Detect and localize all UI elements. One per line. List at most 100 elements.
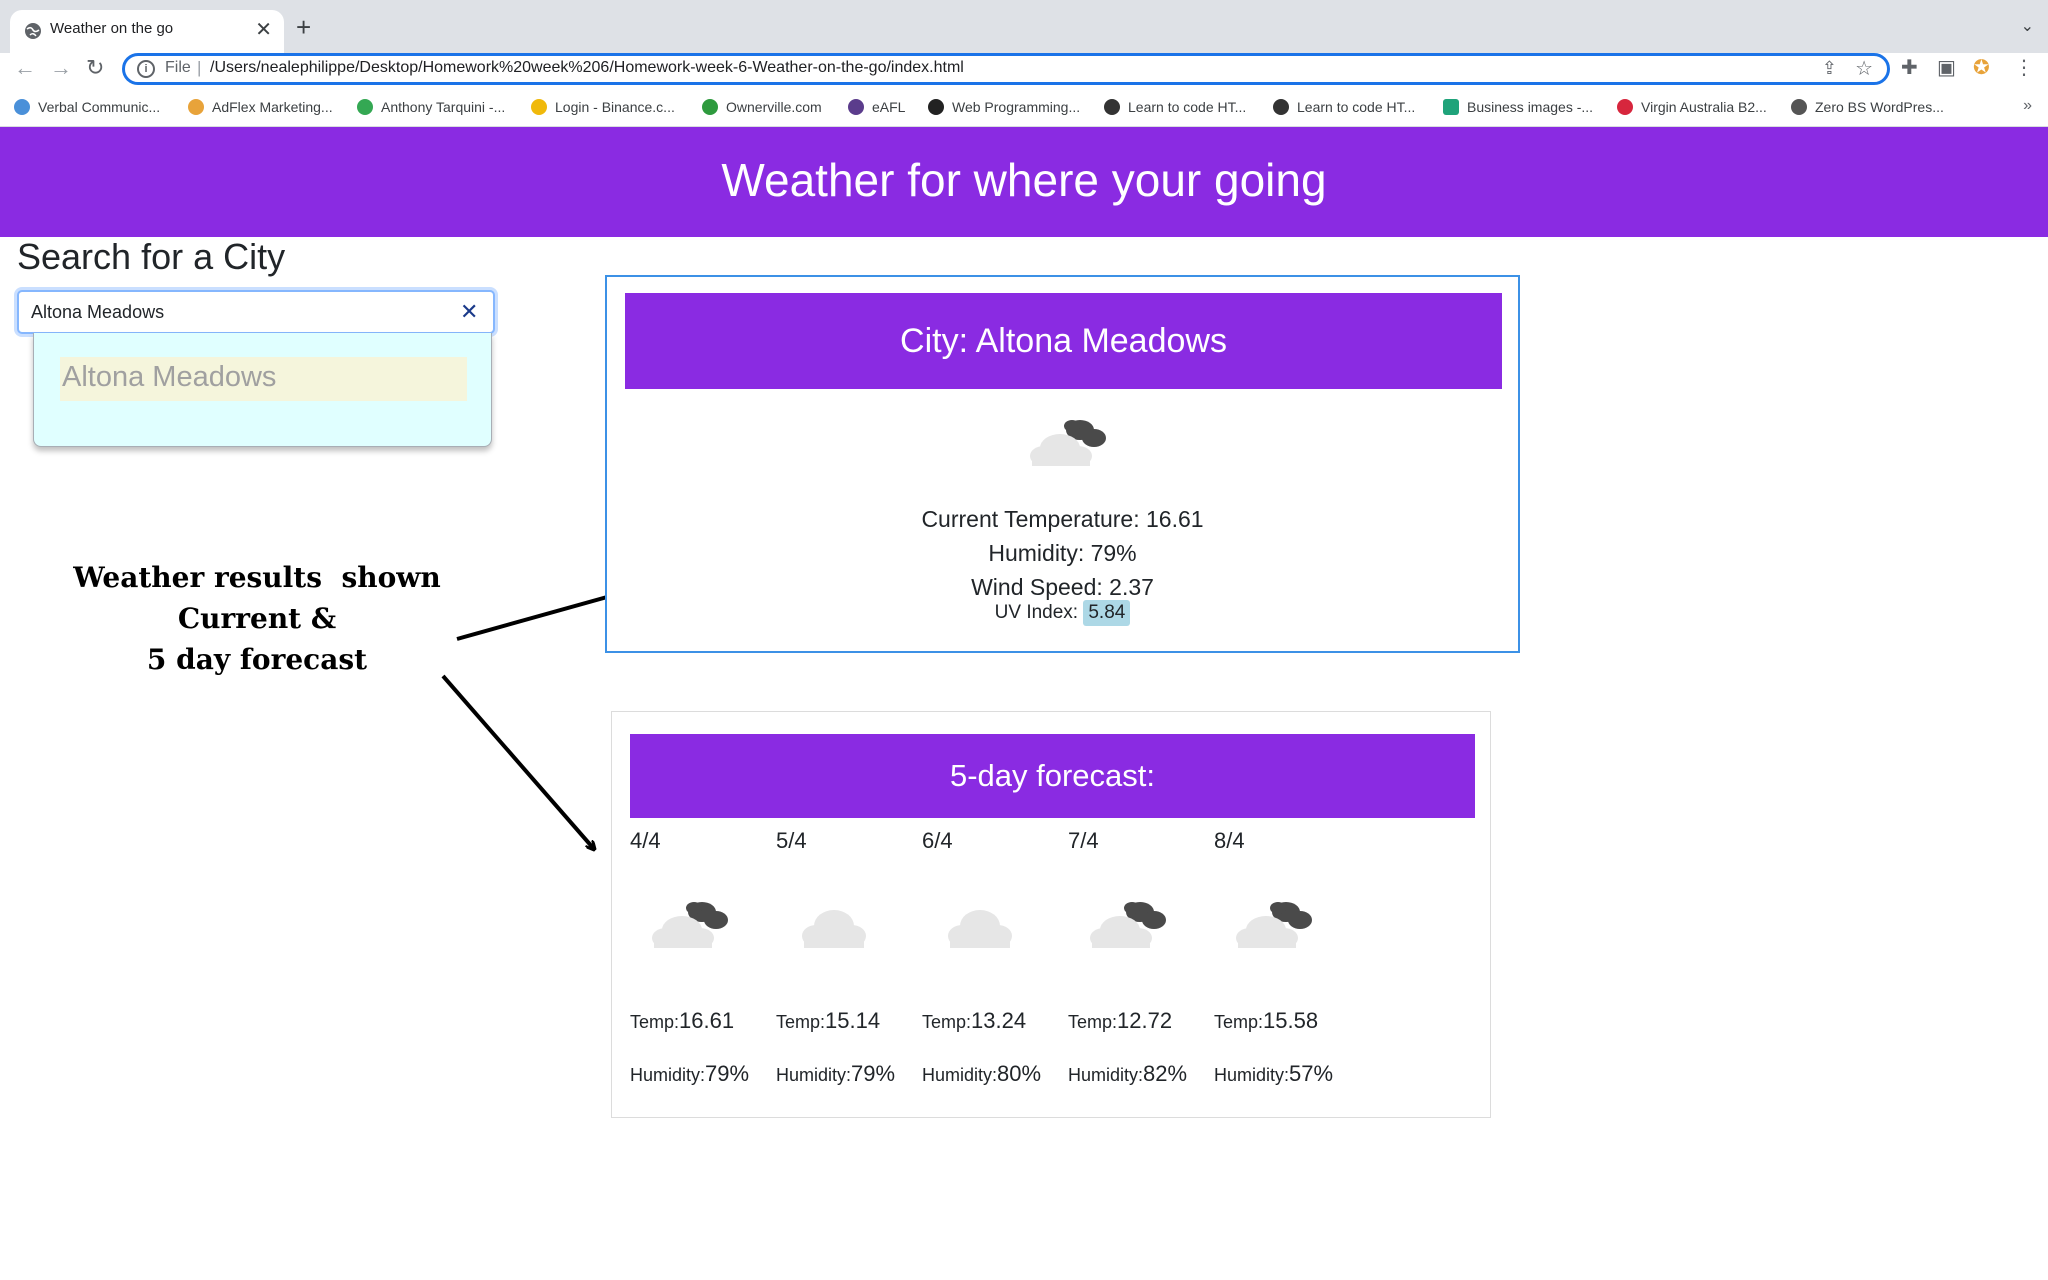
bookmark-label: Virgin Australia B2...: [1641, 99, 1767, 115]
reload-icon[interactable]: ↻: [86, 53, 104, 83]
url-separator: |: [197, 58, 202, 77]
info-icon[interactable]: i: [137, 60, 155, 78]
annotation-line: 5 day forecast: [146, 643, 368, 676]
humidity-label: Humidity:: [1068, 1065, 1144, 1085]
bookmark-label: Verbal Communic...: [38, 99, 161, 115]
side-panel-icon[interactable]: ▣: [1937, 53, 1956, 83]
humidity-label: Humidity:: [776, 1065, 852, 1085]
tab-close-icon[interactable]: ✕: [255, 18, 272, 42]
tab-title: Weather on the go: [50, 20, 174, 37]
extensions-icon[interactable]: ✚: [1901, 53, 1918, 83]
bookmark-label: AdFlex Marketing...: [212, 99, 333, 115]
bookmarks-overflow-button[interactable]: »: [2023, 97, 2032, 115]
bookmark-favicon-icon: [14, 99, 30, 115]
forecast-day: 5/4 Temp:15.14 Humidity:79%: [776, 828, 922, 1108]
bookmark-favicon-icon: [531, 99, 547, 115]
share-icon[interactable]: ⇪: [1822, 58, 1837, 79]
forecast-temp: Temp:15.58: [1214, 1008, 1318, 1034]
forecast-humidity: Humidity:79%: [630, 1061, 749, 1087]
forward-icon[interactable]: →: [50, 53, 72, 83]
uv-index-badge: 5.84: [1083, 600, 1131, 626]
forecast-temp: Temp:15.14: [776, 1008, 880, 1034]
bookmark-favicon-icon: [1104, 99, 1120, 115]
bookmark-label: Anthony Tarquini -...: [381, 99, 506, 115]
temp-label: Temp:: [776, 1012, 826, 1032]
forecast-temp: Temp:16.61: [630, 1008, 734, 1034]
temp-label: Temp:: [630, 1012, 680, 1032]
autocomplete-dropdown: Altona Meadows: [33, 333, 492, 447]
clear-search-icon[interactable]: ✕: [460, 299, 478, 325]
bookmark-label: Login - Binance.c...: [555, 99, 675, 115]
bookmark-label: Business images -...: [1467, 99, 1594, 115]
humidity-label: Humidity:: [1214, 1065, 1290, 1085]
page-header: Weather for where your going: [0, 127, 2048, 237]
forecast-humidity: Humidity:79%: [776, 1061, 895, 1087]
annotation-text: Weather results shown Current & 5 day fo…: [57, 557, 457, 680]
uv-index-row: UV Index: 5.84: [607, 600, 1518, 626]
overcast-clouds-icon: [948, 910, 1012, 948]
broken-clouds-icon: [1236, 902, 1312, 948]
bookmark-favicon-icon: [928, 99, 944, 115]
bookmark-favicon-icon: [1273, 99, 1289, 115]
autocomplete-option[interactable]: Altona Meadows: [60, 357, 467, 401]
bookmark-item[interactable]: Web Programming...: [928, 99, 1080, 115]
temp-value: 16.61: [679, 1008, 735, 1033]
bookmark-label: Learn to code HT...: [1297, 99, 1416, 115]
temp-label: Temp:: [922, 1012, 972, 1032]
broken-clouds-icon: [1090, 902, 1166, 948]
annotation-line: Weather results shown: [73, 561, 441, 594]
new-tab-button[interactable]: +: [296, 14, 311, 40]
temp-value: 15.14: [825, 1008, 881, 1033]
bookmark-favicon-icon: [1791, 99, 1807, 115]
bookmark-item[interactable]: Zero BS WordPres...: [1791, 99, 1944, 115]
bookmark-favicon-icon: [1617, 99, 1633, 115]
bookmark-item[interactable]: Anthony Tarquini -...: [357, 99, 505, 115]
bookmark-item[interactable]: Virgin Australia B2...: [1617, 99, 1767, 115]
bookmark-favicon-icon: [188, 99, 204, 115]
bookmark-item[interactable]: Business images -...: [1443, 99, 1593, 115]
forecast-day: 6/4 Temp:13.24 Humidity:80%: [922, 828, 1068, 1108]
forecast-date: 5/4: [776, 828, 807, 853]
browser-tab[interactable]: Weather on the go ✕: [10, 10, 284, 53]
url-text[interactable]: /Users/nealephilippe/Desktop/Homework%20…: [210, 59, 964, 77]
bookmark-item[interactable]: Login - Binance.c...: [531, 99, 675, 115]
overcast-clouds-icon: [802, 910, 866, 948]
menu-kebab-icon[interactable]: ⋮: [2014, 53, 2034, 83]
bookmark-favicon-icon: [357, 99, 373, 115]
current-temperature: Current Temperature: 16.61: [921, 506, 1204, 532]
bookmark-item[interactable]: Learn to code HT...: [1273, 99, 1415, 115]
bookmark-star-icon[interactable]: ☆: [1855, 56, 1873, 81]
bookmark-label: Ownerville.com: [726, 99, 822, 115]
bookmark-item[interactable]: Ownerville.com: [702, 99, 822, 115]
bookmark-label: Learn to code HT...: [1128, 99, 1247, 115]
back-icon[interactable]: ←: [14, 53, 36, 83]
bookmark-label: Zero BS WordPres...: [1815, 99, 1944, 115]
bookmark-item[interactable]: AdFlex Marketing...: [188, 99, 333, 115]
temp-value: 13.24: [971, 1008, 1027, 1033]
annotation-line: Current &: [177, 602, 337, 635]
bookmark-item[interactable]: Learn to code HT...: [1104, 99, 1246, 115]
forecast-date: 4/4: [630, 828, 661, 853]
bookmarks-bar: Verbal Communic... AdFlex Marketing... A…: [0, 91, 2048, 121]
temp-value: 15.58: [1263, 1008, 1319, 1033]
current-wind-speed: Wind Speed: 2.37: [971, 574, 1154, 600]
address-bar[interactable]: i File | /Users/nealephilippe/Desktop/Ho…: [122, 53, 1890, 85]
chevron-down-icon[interactable]: ⌄: [2021, 16, 2034, 36]
url-scheme-label: File: [165, 59, 191, 76]
forecast-temp: Temp:13.24: [922, 1008, 1026, 1034]
bookmark-label: eAFL: [872, 99, 906, 115]
forecast-card: 5-day forecast: 4/4 Temp:16.61 Humidity:…: [611, 711, 1491, 1118]
extension-star-icon[interactable]: ✪: [1973, 53, 1990, 83]
forecast-day: 4/4 Temp:16.61 Humidity:79%: [630, 828, 776, 1108]
bookmark-item[interactable]: Verbal Communic...: [14, 99, 160, 115]
web-page: Weather for where your going Search for …: [0, 127, 2048, 1280]
current-humidity: Humidity: 79%: [988, 540, 1137, 566]
bookmark-item[interactable]: eAFL: [848, 99, 905, 115]
forecast-temp: Temp:12.72: [1068, 1008, 1172, 1034]
temp-value: 12.72: [1117, 1008, 1173, 1033]
bookmark-label: Web Programming...: [952, 99, 1081, 115]
city-search-input[interactable]: [17, 290, 495, 334]
bookmark-favicon-icon: [1443, 99, 1459, 115]
humidity-value: 80%: [997, 1061, 1042, 1086]
humidity-label: Humidity:: [630, 1065, 706, 1085]
